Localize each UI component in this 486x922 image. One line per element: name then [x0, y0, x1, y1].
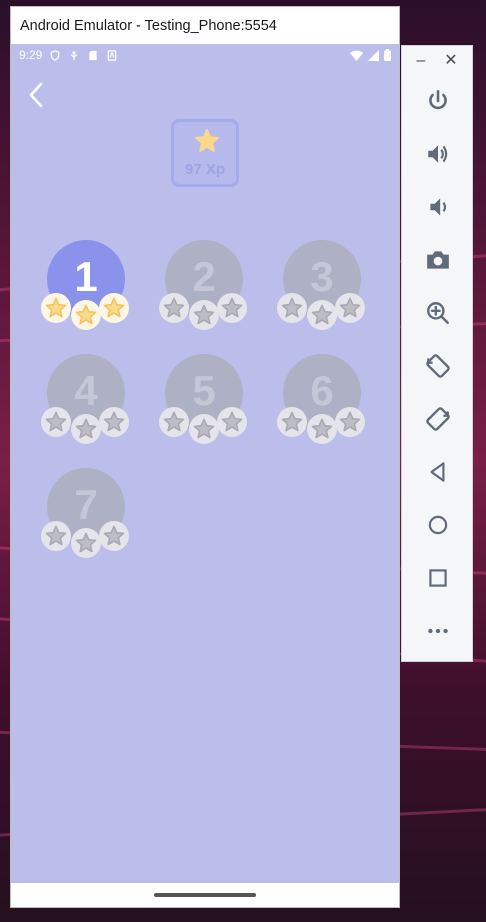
- keyboard-icon: [108, 49, 117, 61]
- rotate-left-icon: [426, 354, 450, 378]
- volume-down-icon: [430, 198, 447, 216]
- level-number: 2: [192, 253, 216, 300]
- level-number: 6: [310, 367, 334, 414]
- star-earned-icon: [99, 293, 129, 323]
- sd-card-icon: [89, 50, 98, 60]
- star-empty-icon: [189, 300, 219, 330]
- star-empty-icon: [217, 407, 247, 437]
- level-button-1[interactable]: 1: [41, 240, 131, 330]
- back-button[interactable]: [25, 80, 51, 110]
- back-triangle-icon: [430, 462, 445, 482]
- overview-square-icon: [429, 569, 447, 587]
- more-icon: [428, 628, 448, 634]
- star-empty-icon: [159, 293, 189, 323]
- overview-button[interactable]: [423, 563, 453, 593]
- volume-up-button[interactable]: [423, 139, 453, 169]
- level-number: 1: [74, 253, 98, 300]
- star-earned-icon: [41, 293, 71, 323]
- more-button[interactable]: [423, 616, 453, 646]
- gesture-nav-bar: [11, 883, 399, 907]
- power-button[interactable]: [423, 86, 453, 116]
- xp-value: 97 Xp: [184, 161, 226, 178]
- star-empty-icon: [335, 407, 365, 437]
- level-button-3[interactable]: 3: [277, 240, 367, 330]
- star-empty-icon: [159, 407, 189, 437]
- rotate-right-icon: [426, 407, 450, 431]
- level-button-6[interactable]: 6: [277, 354, 367, 444]
- star-empty-icon: [277, 407, 307, 437]
- star-empty-icon: [71, 528, 101, 558]
- battery-icon: [384, 49, 391, 61]
- status-bar: 9:29: [11, 44, 399, 66]
- wifi-icon: [350, 50, 363, 61]
- shield-icon: [51, 49, 60, 61]
- camera-icon: [427, 251, 449, 269]
- signal-icon: [368, 49, 379, 61]
- back-nav-button[interactable]: [423, 457, 453, 487]
- level-number: 7: [74, 481, 98, 528]
- star-empty-icon: [307, 414, 337, 444]
- screenshot-button[interactable]: [423, 245, 453, 275]
- star-empty-icon: [41, 407, 71, 437]
- star-empty-icon: [307, 300, 337, 330]
- volume-up-icon: [428, 145, 448, 163]
- home-handle[interactable]: [154, 893, 256, 897]
- home-circle-icon: [428, 515, 448, 535]
- status-time: 9:29: [19, 48, 43, 62]
- star-empty-icon: [71, 414, 101, 444]
- level-number: 5: [192, 367, 216, 414]
- xp-badge: 97 Xp: [171, 119, 239, 187]
- toolbar-header: – ✕: [402, 46, 472, 78]
- level-button-7[interactable]: 7: [41, 468, 131, 558]
- home-button[interactable]: [423, 510, 453, 540]
- emulator-window: Android Emulator - Testing_Phone:5554 9:…: [11, 7, 399, 907]
- window-title: Android Emulator - Testing_Phone:5554: [20, 17, 277, 34]
- window-title-bar[interactable]: Android Emulator - Testing_Phone:5554: [11, 7, 399, 44]
- phone-screen: 9:29 97 Xp 1 2 3 4 5 6 7: [11, 44, 399, 883]
- level-number: 4: [74, 367, 98, 414]
- volume-down-button[interactable]: [423, 192, 453, 222]
- zoom-icon: [427, 302, 449, 324]
- star-earned-icon: [71, 300, 101, 330]
- rotate-right-button[interactable]: [423, 404, 453, 434]
- star-icon: [194, 128, 220, 152]
- emulator-toolbar: – ✕: [401, 45, 473, 662]
- level-number: 3: [310, 253, 334, 300]
- star-empty-icon: [335, 293, 365, 323]
- star-empty-icon: [277, 293, 307, 323]
- power-icon: [429, 89, 447, 110]
- star-empty-icon: [99, 521, 129, 551]
- star-empty-icon: [99, 407, 129, 437]
- star-empty-icon: [217, 293, 247, 323]
- close-button[interactable]: ✕: [442, 52, 460, 70]
- usb-icon: [71, 50, 78, 60]
- level-button-5[interactable]: 5: [159, 354, 249, 444]
- star-empty-icon: [189, 414, 219, 444]
- minimize-button[interactable]: –: [412, 52, 430, 70]
- zoom-button[interactable]: [423, 298, 453, 328]
- chevron-left-icon: [29, 82, 43, 108]
- rotate-left-button[interactable]: [423, 351, 453, 381]
- star-empty-icon: [41, 521, 71, 551]
- level-button-2[interactable]: 2: [159, 240, 249, 330]
- level-button-4[interactable]: 4: [41, 354, 131, 444]
